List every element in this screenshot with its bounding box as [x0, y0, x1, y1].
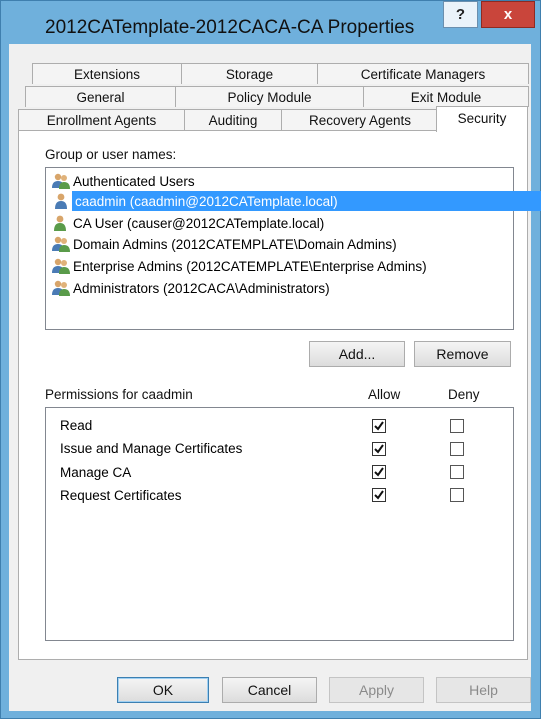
allow-column-header: Allow — [368, 387, 401, 402]
manage-ca-allow-checkbox[interactable] — [372, 465, 386, 479]
ok-button[interactable]: OK — [117, 677, 209, 703]
request-certificates-allow-checkbox[interactable] — [372, 488, 386, 502]
group-icon — [52, 280, 70, 296]
tab-policy-module[interactable]: Policy Module — [175, 86, 364, 107]
window-title: 2012CATemplate-2012CACA-CA Properties — [45, 17, 415, 38]
tab-extensions[interactable]: Extensions — [32, 63, 182, 84]
user-label: Domain Admins (2012CATEMPLATE\Domain Adm… — [73, 236, 397, 252]
list-item-caadmin[interactable]: caadmin (caadmin@2012CATemplate.local) — [72, 191, 541, 211]
tab-exit-module[interactable]: Exit Module — [363, 86, 529, 107]
request-certificates-deny-checkbox[interactable] — [450, 488, 464, 502]
read-deny-checkbox[interactable] — [450, 419, 464, 433]
group-icon — [52, 173, 70, 189]
close-button[interactable]: x — [481, 1, 535, 28]
checkmark-icon — [374, 421, 384, 431]
list-item-administrators[interactable]: Administrators (2012CACA\Administrators) — [51, 278, 334, 298]
apply-button[interactable]: Apply — [329, 677, 424, 703]
tab-storage[interactable]: Storage — [181, 63, 318, 84]
manage-ca-deny-checkbox[interactable] — [450, 465, 464, 479]
user-label: Administrators (2012CACA\Administrators) — [73, 280, 330, 296]
remove-button[interactable]: Remove — [414, 341, 511, 367]
permission-row-request-certificates: Request Certificates — [60, 488, 182, 503]
permission-row-read: Read — [60, 418, 93, 433]
tab-enrollment-agents[interactable]: Enrollment Agents — [18, 109, 185, 130]
checkmark-icon — [374, 444, 384, 454]
add-button[interactable]: Add... — [309, 341, 405, 367]
list-item-ca-user[interactable]: CA User (causer@2012CATemplate.local) — [51, 213, 328, 233]
checkmark-icon — [374, 467, 384, 477]
help-button[interactable]: Help — [436, 677, 531, 703]
user-label: Authenticated Users — [73, 173, 195, 189]
group-or-user-names-label: Group or user names: — [45, 147, 177, 162]
tab-security[interactable]: Security — [436, 106, 528, 132]
permissions-label: Permissions for caadmin — [45, 387, 193, 402]
help-title-button[interactable]: ? — [443, 1, 478, 28]
tab-general[interactable]: General — [25, 86, 176, 107]
issue-manage-allow-checkbox[interactable] — [372, 442, 386, 456]
user-icon — [55, 193, 67, 209]
tab-recovery-agents[interactable]: Recovery Agents — [281, 109, 439, 130]
checkmark-icon — [374, 490, 384, 500]
permission-row-manage-ca: Manage CA — [60, 465, 132, 480]
group-icon — [52, 258, 70, 274]
group-icon — [52, 236, 70, 252]
cancel-button[interactable]: Cancel — [222, 677, 317, 703]
user-label: Enterprise Admins (2012CATEMPLATE\Enterp… — [73, 258, 427, 274]
tab-certificate-managers[interactable]: Certificate Managers — [317, 63, 529, 84]
user-icon — [54, 215, 66, 231]
read-allow-checkbox[interactable] — [372, 419, 386, 433]
list-item-authenticated-users[interactable]: Authenticated Users — [51, 171, 199, 191]
users-listbox[interactable]: Authenticated Users caadmin (caadmin@201… — [45, 167, 541, 330]
permissions-list: Read Issue and Manage Certificates Manag… — [45, 407, 514, 641]
title-bar[interactable]: 2012CATemplate-2012CACA-CA Properties ? … — [1, 1, 540, 45]
user-label: caadmin (caadmin@2012CATemplate.local) — [75, 193, 338, 209]
permission-row-issue-manage: Issue and Manage Certificates — [60, 441, 243, 456]
deny-column-header: Deny — [448, 387, 480, 402]
issue-manage-deny-checkbox[interactable] — [450, 442, 464, 456]
tab-auditing[interactable]: Auditing — [184, 109, 282, 130]
list-item-enterprise-admins[interactable]: Enterprise Admins (2012CATEMPLATE\Enterp… — [51, 256, 431, 276]
user-label: CA User (causer@2012CATemplate.local) — [73, 215, 325, 231]
list-item-domain-admins[interactable]: Domain Admins (2012CATEMPLATE\Domain Adm… — [51, 234, 401, 254]
